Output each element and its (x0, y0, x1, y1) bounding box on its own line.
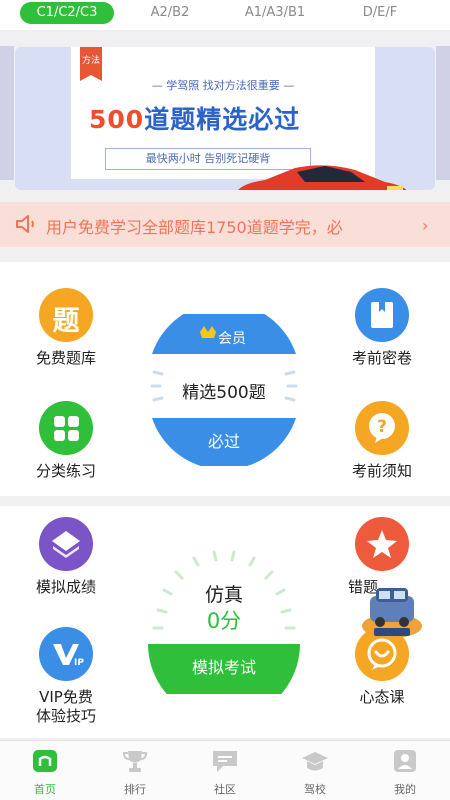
vip-icon: IP (39, 627, 93, 681)
nav-driving-school-label: 驾校 (304, 783, 326, 796)
svg-text:IP: IP (74, 658, 84, 668)
next-slide-peek (436, 46, 450, 180)
trophy-icon (122, 751, 148, 772)
notice-text: 用户免费学习全部题库1750道题学完，必 (46, 218, 343, 237)
member-badge: 会员 (218, 331, 246, 347)
bottom-navigation: 首页 排行 社区 驾校 我的 (0, 740, 450, 800)
nav-driving-school[interactable]: 驾校 (270, 741, 360, 800)
graduation-cap-icon (302, 752, 328, 771)
banner-slide[interactable]: 方法 — 学驾照 找对方法很重要 — 500道题精选必过 最快两小时 告别死记硬… (15, 47, 435, 190)
vip-glyph: IP (53, 644, 84, 668)
sealed-paper-glyph (371, 302, 393, 328)
layers-icon (39, 517, 93, 571)
tab-d-e-f[interactable]: D/E/F (340, 2, 420, 24)
license-type-tabs: C1/C2/C3 A2/B2 A1/A3/B1 D/E/F (0, 0, 450, 30)
select-500-card[interactable]: 会员 精选500题 必过 (148, 314, 300, 466)
layers-glyph (52, 531, 80, 558)
question-bank-icon: 题 (39, 288, 93, 342)
mock-score-button[interactable]: 模拟成绩 (11, 517, 121, 597)
grid-icon (39, 401, 93, 455)
chat-icon (213, 751, 237, 772)
category-practice-button[interactable]: 分类练习 (11, 401, 121, 481)
prev-slide-peek (0, 46, 14, 180)
banner-ribbon: 方法 (80, 47, 102, 81)
svg-text:?: ? (377, 417, 387, 437)
grid-glyph (54, 416, 79, 441)
banner-title: 500道题精选必过 (89, 100, 300, 136)
mindset-course-label: 心态课 (359, 688, 405, 706)
vip-free-tips-button[interactable]: IP VIP免费 体验技巧 (11, 627, 121, 726)
tab-c1-c2-c3[interactable]: C1/C2/C3 (20, 2, 114, 24)
notice-bar[interactable]: 用户免费学习全部题库1750道题学完，必 › (0, 202, 450, 247)
speaker-icon (16, 215, 34, 233)
sealed-paper-icon (355, 288, 409, 342)
mascot-car-sticker[interactable] (360, 578, 424, 640)
nav-community[interactable]: 社区 (180, 741, 270, 800)
tab-a1-a3-b1[interactable]: A1/A3/B1 (230, 2, 320, 24)
must-pass-button[interactable]: 必过 (148, 428, 300, 452)
nav-profile[interactable]: 我的 (360, 741, 450, 800)
user-icon (394, 750, 416, 772)
question-bubble-glyph: ? (369, 413, 395, 443)
free-question-bank-label: 免费题库 (35, 349, 96, 367)
banner-title-number: 500 (89, 105, 145, 134)
mock-score-label: 模拟成绩 (35, 578, 96, 596)
select-500-text: 精选500题 (182, 383, 266, 403)
chevron-right-icon: › (422, 216, 429, 235)
pre-exam-secret-paper-button[interactable]: 考前密卷 (327, 288, 437, 368)
free-question-bank-button[interactable]: 题 免费题库 (11, 288, 121, 368)
simulation-title: 仿真 (204, 584, 243, 606)
star-glyph (367, 530, 397, 558)
pre-exam-secret-paper-label: 考前密卷 (351, 349, 412, 367)
star-icon (355, 517, 409, 571)
nav-profile-label: 我的 (394, 783, 416, 796)
vip-free-tips-label: VIP免费 体验技巧 (11, 688, 121, 726)
home-icon (33, 750, 57, 772)
tab-a2-b2[interactable]: A2/B2 (130, 2, 210, 24)
nav-ranking[interactable]: 排行 (90, 741, 180, 800)
mock-score-value: 0分 (206, 609, 242, 633)
nav-home[interactable]: 首页 (0, 741, 90, 800)
nav-community-label: 社区 (214, 783, 236, 796)
vip-label-line1: VIP免费 (39, 688, 93, 706)
exam-notes-button[interactable]: ? 考前须知 (327, 401, 437, 481)
practice-section: 题 免费题库 分类练习 考前密卷 ? 考前须知 会员 精选500题 必过 (0, 262, 450, 496)
nav-ranking-label: 排行 (124, 783, 146, 796)
banner-title-text: 道题精选必过 (144, 105, 301, 134)
exam-notes-label: 考前须知 (351, 462, 412, 480)
nav-home-label: 首页 (34, 783, 56, 796)
vip-label-line2: 体验技巧 (35, 707, 96, 725)
banner-carousel: 方法 — 学驾照 找对方法很重要 — 500道题精选必过 最快两小时 告别死记硬… (0, 30, 450, 192)
question-bubble-icon: ? (355, 401, 409, 455)
banner-tagline: — 学驾照 找对方法很重要 — (151, 79, 295, 92)
mock-exam-card[interactable]: 仿真 0分 模拟考试 (148, 542, 300, 694)
mock-exam-button[interactable]: 模拟考试 (148, 654, 300, 678)
red-car-illustration (238, 165, 407, 190)
category-practice-label: 分类练习 (35, 462, 96, 480)
question-bank-glyph: 题 (52, 306, 80, 337)
